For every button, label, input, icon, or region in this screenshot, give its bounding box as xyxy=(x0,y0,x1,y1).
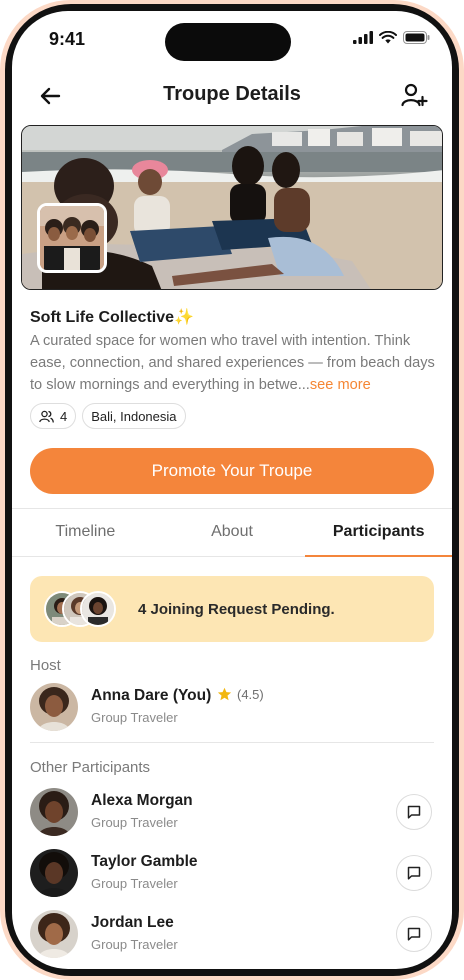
member-count-chip: 4 xyxy=(30,403,77,429)
joining-request-banner[interactable]: 4 Joining Request Pending. xyxy=(30,576,434,642)
host-section-label: Host xyxy=(30,657,61,674)
add-participant-button[interactable] xyxy=(400,81,428,109)
chat-bubble-icon xyxy=(407,866,421,880)
message-button[interactable] xyxy=(396,855,432,891)
location-chip: Bali, Indonesia xyxy=(82,403,186,429)
participant-row[interactable]: Jordan Lee Group Traveler xyxy=(30,910,434,960)
star-icon xyxy=(217,687,232,701)
participants-section-label: Other Participants xyxy=(30,759,151,776)
host-row[interactable]: Anna Dare (You) (4.5) Group Traveler xyxy=(30,683,434,733)
app-screen: 9:41 Troupe Details Soft Life Collective… xyxy=(12,11,452,969)
page-title: Troupe Details xyxy=(163,83,301,105)
chat-bubble-icon xyxy=(407,927,421,941)
joining-request-text: 4 Joining Request Pending. xyxy=(138,600,335,618)
status-time: 9:41 xyxy=(49,29,86,49)
avatar xyxy=(30,788,78,836)
participant-role: Group Traveler xyxy=(91,815,178,830)
tab-bar: Timeline About Participants xyxy=(12,509,452,557)
participant-row[interactable]: Taylor Gamble Group Traveler xyxy=(30,849,434,899)
avatar xyxy=(30,683,78,731)
troupe-name-text: Soft Life Collective xyxy=(30,309,175,326)
tab-timeline[interactable]: Timeline xyxy=(12,509,159,556)
signal-icon xyxy=(353,31,373,44)
host-rating: (4.5) xyxy=(217,687,264,702)
avatar xyxy=(30,849,78,897)
participant-name: Alexa Morgan xyxy=(91,792,193,809)
participant-role: Group Traveler xyxy=(91,937,178,952)
participant-role: Group Traveler xyxy=(91,876,178,891)
avatar xyxy=(30,910,78,958)
group-photo-illustration xyxy=(40,206,104,270)
participant-row[interactable]: Alexa Morgan Group Traveler xyxy=(30,788,434,838)
troupe-name: Soft Life Collective✨ xyxy=(30,307,194,327)
message-button[interactable] xyxy=(396,916,432,952)
status-icons xyxy=(353,31,430,44)
troupe-chips: 4 Bali, Indonesia xyxy=(30,403,186,429)
requester-avatar xyxy=(80,591,116,627)
location-text: Bali, Indonesia xyxy=(91,408,177,424)
user-plus-icon xyxy=(401,83,428,107)
requester-avatars xyxy=(44,591,122,627)
member-count: 4 xyxy=(60,408,68,424)
dynamic-island xyxy=(165,23,291,61)
promote-troupe-button[interactable]: Promote Your Troupe xyxy=(30,448,434,494)
tab-participants[interactable]: Participants xyxy=(305,509,452,557)
troupe-thumbnail xyxy=(37,203,107,273)
chat-bubble-icon xyxy=(407,805,421,819)
users-icon xyxy=(39,410,54,423)
host-role: Group Traveler xyxy=(91,710,178,725)
sparkles-emoji: ✨ xyxy=(174,309,194,326)
rating-value: (4.5) xyxy=(237,687,264,702)
troupe-description: A curated space for women who travel wit… xyxy=(30,330,435,396)
wifi-icon xyxy=(379,31,397,44)
see-more-link[interactable]: see more xyxy=(310,377,371,393)
section-divider xyxy=(30,742,434,743)
battery-icon xyxy=(403,31,430,44)
participant-name: Taylor Gamble xyxy=(91,853,198,870)
description-text: A curated space for women who travel wit… xyxy=(30,333,435,393)
tab-about[interactable]: About xyxy=(159,509,306,556)
message-button[interactable] xyxy=(396,794,432,830)
host-name: Anna Dare (You) xyxy=(91,687,212,704)
participant-name: Jordan Lee xyxy=(91,914,174,931)
